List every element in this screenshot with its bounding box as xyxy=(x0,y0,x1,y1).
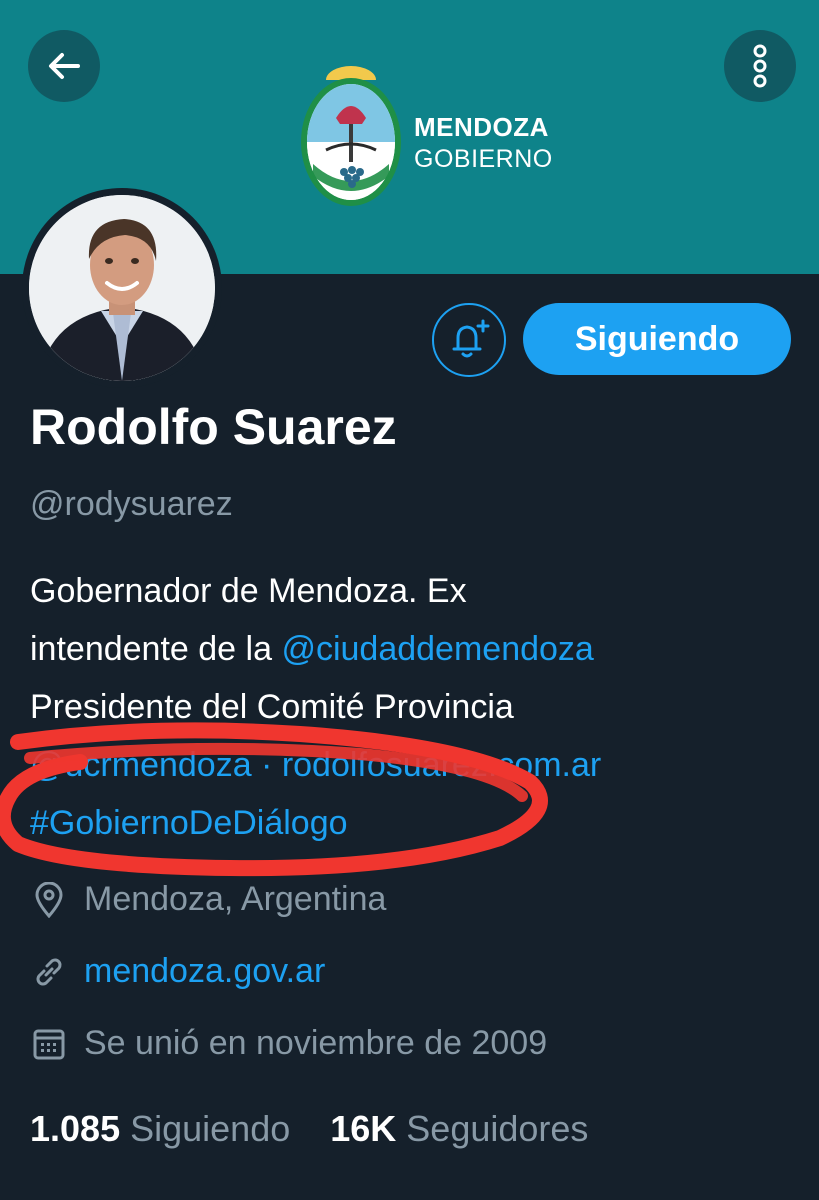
notifications-toggle-button[interactable] xyxy=(432,303,506,377)
link-icon xyxy=(30,953,68,991)
provincial-shield-icon xyxy=(301,66,401,206)
avatar-photo xyxy=(29,195,215,381)
followers-stat[interactable]: 16K Seguidores xyxy=(330,1108,588,1150)
bio-links-line[interactable]: @ucrmendoza · rodolfosuarez.com.ar xyxy=(30,736,800,794)
mention-link[interactable]: @ciudaddemendoza xyxy=(281,630,593,668)
more-options-button[interactable] xyxy=(724,30,796,102)
bio-text: intendente de la xyxy=(30,630,282,668)
mendoza-gobierno-logo: MENDOZA GOBIERNO xyxy=(296,66,576,216)
following-stat[interactable]: 1.085 Siguiendo xyxy=(30,1108,290,1150)
back-button[interactable] xyxy=(28,30,100,102)
bio-line: intendente de la @ciudaddemendoza xyxy=(30,620,800,678)
bio-line: Presidente del Comité Provincia xyxy=(30,688,514,726)
join-date-text: Se unió en noviembre de 2009 xyxy=(84,1024,548,1062)
profile-name: Rodolfo Suarez xyxy=(30,399,397,455)
logo-line-gobierno: GOBIERNO xyxy=(414,145,553,173)
location-text: Mendoza, Argentina xyxy=(84,880,387,918)
profile-handle: @rodysuarez xyxy=(30,485,233,523)
logo-wordmark: MENDOZA GOBIERNO xyxy=(414,112,553,174)
profile-join-date: Se unió en noviembre de 2009 xyxy=(30,1024,547,1063)
profile-website: mendoza.gov.ar xyxy=(30,952,325,991)
profile-bio: Gobernador de Mendoza. Ex intendente de … xyxy=(30,562,800,852)
website-link[interactable]: mendoza.gov.ar xyxy=(84,952,325,991)
followers-count: 16K xyxy=(330,1108,397,1149)
following-label: Siguiendo xyxy=(130,1108,291,1149)
hashtag-link[interactable]: #GobiernoDeDiálogo xyxy=(30,794,800,852)
following-count: 1.085 xyxy=(30,1108,121,1149)
more-vertical-icon xyxy=(753,44,767,88)
calendar-icon xyxy=(30,1025,68,1063)
location-pin-icon xyxy=(30,881,68,919)
bio-line: Gobernador de Mendoza. Ex xyxy=(30,572,467,610)
bell-plus-icon xyxy=(452,319,490,358)
profile-avatar[interactable] xyxy=(22,188,222,388)
followers-label: Seguidores xyxy=(406,1108,589,1149)
arrow-left-icon xyxy=(49,53,80,79)
logo-line-mendoza: MENDOZA xyxy=(414,112,549,142)
profile-location: Mendoza, Argentina xyxy=(30,880,386,919)
following-button[interactable]: Siguiendo xyxy=(523,303,791,375)
profile-stats: 1.085 Siguiendo 16K Seguidores xyxy=(30,1108,588,1150)
